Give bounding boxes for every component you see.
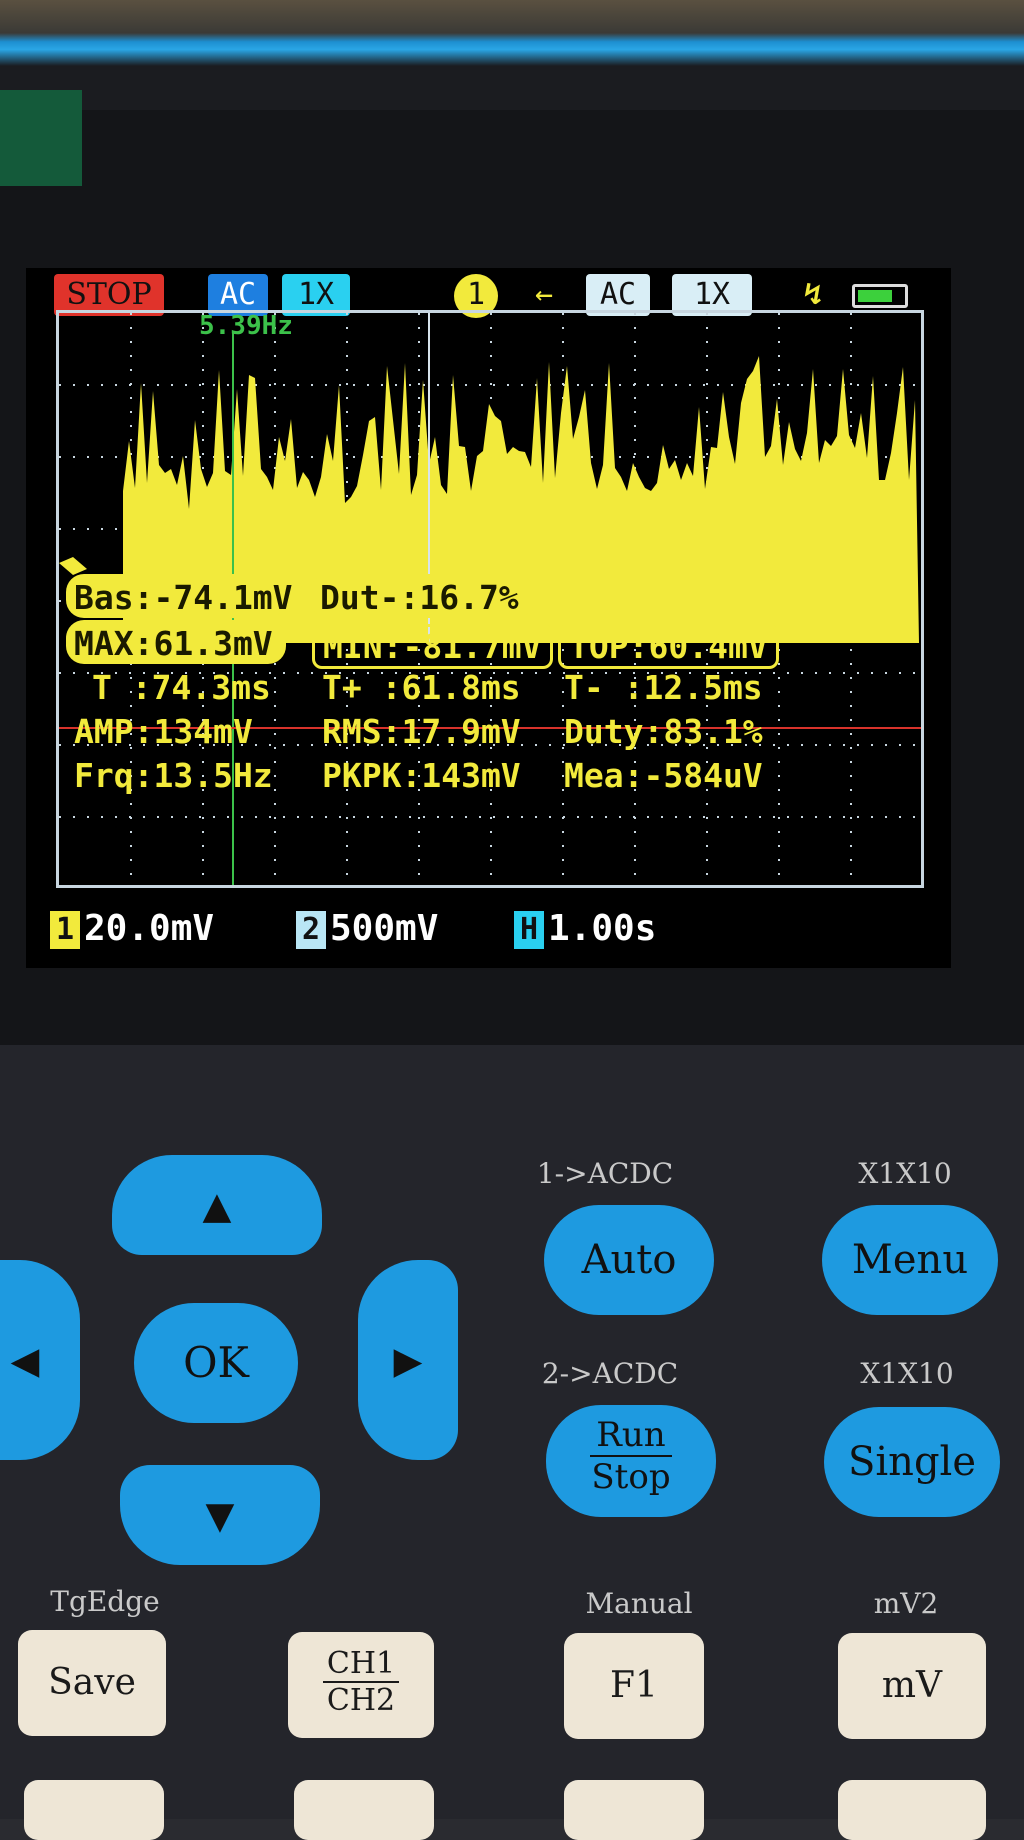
cursor-frequency: 5.39Hz <box>199 311 293 341</box>
oscilloscope-screen: STOP AC 1X 1 ← AC 1X ↯ 5.39Hz Bas:-74.1m… <box>26 268 951 968</box>
mean-readout: Mea:-584uV <box>564 756 763 795</box>
ch2-volts-per-div: 500mV <box>330 908 439 949</box>
max-readout: MAX:61.3mV <box>74 624 273 663</box>
auto-button[interactable]: Auto <box>544 1205 714 1315</box>
f1-secondary-label: Manual <box>585 1587 693 1620</box>
f1-button[interactable]: F1 <box>564 1633 704 1739</box>
t-plus-readout: T+ :61.8ms <box>322 668 521 707</box>
period-readout: T :74.3ms <box>92 668 271 707</box>
ch1-volts-per-div: 20.0mV <box>84 908 215 949</box>
amp-readout: AMP:134mV <box>74 712 253 751</box>
frequency-readout: Frq:13.5Hz <box>74 756 273 795</box>
dut-readout: Dut-:16.7% <box>320 578 519 617</box>
save-button[interactable]: Save <box>18 1630 166 1736</box>
left-arrow-icon: ◀ <box>10 1332 40 1388</box>
run-label: Run <box>590 1415 672 1457</box>
pkpk-readout: PKPK:143mV <box>322 756 521 795</box>
t-minus-readout: T- :12.5ms <box>564 668 763 707</box>
down-button[interactable]: ▼ <box>120 1465 320 1565</box>
ch1-chip: 1 <box>50 911 80 949</box>
ch2-label: CH2 <box>326 1683 396 1718</box>
menu-button[interactable]: Menu <box>822 1205 998 1315</box>
run-stop-button[interactable]: Run Stop <box>546 1405 716 1517</box>
time-per-div: 1.00s <box>548 908 657 949</box>
timebase-chip: H <box>514 911 544 949</box>
bottom-row-key-4[interactable] <box>838 1780 986 1840</box>
right-button[interactable]: ▶ <box>358 1260 458 1460</box>
ch1-zero-marker <box>59 557 87 575</box>
mv-secondary-label: mV2 <box>873 1587 939 1620</box>
battery-icon <box>852 284 908 308</box>
bottom-row-key-3[interactable] <box>564 1780 704 1840</box>
menu-secondary-label: X1X10 <box>858 1157 952 1190</box>
left-button[interactable]: ◀ <box>0 1260 80 1460</box>
control-panel: ▲ ▼ ◀ ▶ OK 1->ACDC Auto X1X10 Menu 2->AC… <box>0 1045 1024 1840</box>
bottom-row-key-2[interactable] <box>294 1780 434 1840</box>
ch1-ch2-button[interactable]: CH1 CH2 <box>288 1632 434 1738</box>
run-stop-secondary-label: 2->ACDC <box>541 1357 679 1390</box>
save-secondary-label: TgEdge <box>50 1585 160 1618</box>
device-top-edge <box>0 0 1024 110</box>
duty-readout: Duty:83.1% <box>564 712 763 751</box>
stop-label: Stop <box>591 1457 671 1497</box>
up-arrow-icon: ▲ <box>202 1177 232 1233</box>
top-readout: TOP:60.4mV <box>558 624 779 669</box>
bas-readout: Bas:-74.1mV <box>74 578 293 617</box>
timebase-scale: H 1.00s <box>514 908 656 952</box>
up-button[interactable]: ▲ <box>112 1155 322 1255</box>
ch2-chip: 2 <box>296 911 326 949</box>
auto-secondary-label: 1->ACDC <box>536 1157 674 1190</box>
right-arrow-icon: ▶ <box>393 1332 423 1388</box>
down-arrow-icon: ▼ <box>205 1487 235 1543</box>
ch1-label: CH1 <box>322 1646 400 1683</box>
single-button[interactable]: Single <box>824 1407 1000 1517</box>
rms-readout: RMS:17.9mV <box>322 712 521 751</box>
mv-button[interactable]: mV <box>838 1633 986 1739</box>
single-secondary-label: X1X10 <box>860 1357 954 1390</box>
bottom-row-key-1[interactable] <box>24 1780 164 1840</box>
side-connector <box>0 90 82 186</box>
ok-button[interactable]: OK <box>134 1303 298 1423</box>
min-readout: MIN:-81.7mV <box>312 624 553 669</box>
ch1-scale: 1 20.0mV <box>50 908 214 952</box>
ch2-scale: 2 500mV <box>296 908 438 952</box>
